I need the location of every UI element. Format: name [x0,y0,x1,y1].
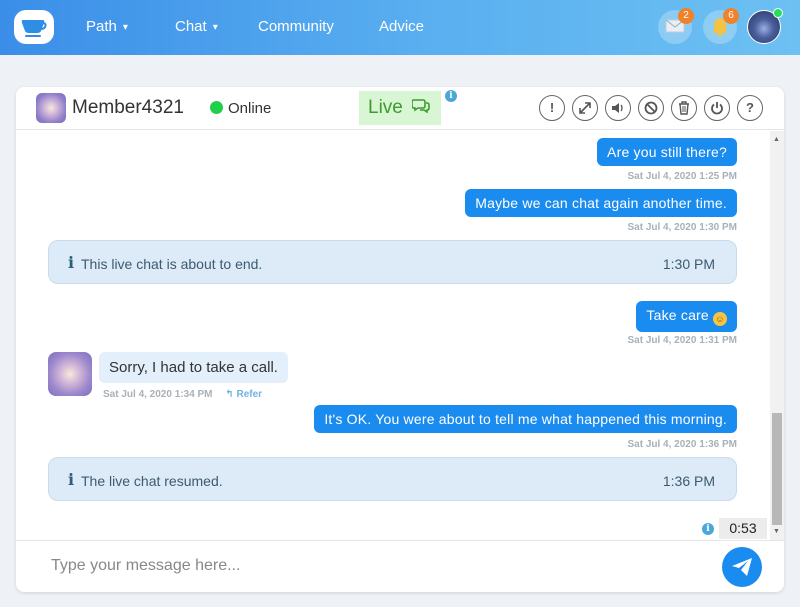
block-button[interactable] [638,95,664,121]
online-status-label: Online [228,100,272,117]
message-timestamp: Sat Jul 4, 2020 1:25 PM [627,171,737,182]
sound-button[interactable] [605,95,631,121]
message-text: Take care [646,307,709,323]
info-icon: i [68,253,75,272]
smiley-emoji-icon: ☺ [713,312,727,326]
message-timestamp: Sat Jul 4, 2020 1:30 PM [627,222,737,233]
member-avatar[interactable] [36,93,66,123]
mail-count-badge: 2 [678,8,694,24]
system-message-text: The live chat resumed. [81,473,223,489]
end-chat-button[interactable] [704,95,730,121]
chat-bubbles-icon [411,99,430,117]
nav-community[interactable]: Community [258,18,334,35]
nav-chat[interactable]: Chat ▾ [175,18,218,35]
nav-chat-label: Chat [175,18,207,35]
notification-count-badge: 6 [723,8,739,24]
system-message: i This live chat is about to end. 1:30 P… [48,240,737,284]
incoming-message-meta: Sat Jul 4, 2020 1:34 PM ↰ Refer [103,389,262,400]
expand-button[interactable] [572,95,598,121]
speaker-icon [612,103,623,113]
refer-label: Refer [236,389,263,400]
outgoing-message: Are you still there? [597,138,737,166]
trash-icon [679,101,689,115]
report-button[interactable]: ! [539,95,565,121]
outgoing-message: It's OK. You were about to tell me what … [314,405,737,433]
system-message-time: 1:30 PM [662,256,715,272]
top-nav-bar: Path ▾ Chat ▾ Community Advice 2 6 [0,0,800,55]
outgoing-message: Maybe we can chat again another time. [465,189,737,217]
online-status-icon [210,101,223,114]
live-label: Live [368,97,403,118]
power-icon [711,102,723,115]
incoming-message: Sorry, I had to take a call. [99,352,288,383]
chat-header: Member4321 Online Live i ! ? [16,87,784,130]
message-timestamp: Sat Jul 4, 2020 1:36 PM [627,439,737,450]
reply-arrow-icon: ↰ [225,389,234,400]
user-online-indicator [773,8,783,18]
send-button[interactable] [722,547,762,587]
message-composer [16,540,784,592]
chevron-down-icon: ▾ [122,22,128,33]
refer-link[interactable]: ↰ Refer [225,389,262,400]
message-timestamp: Sat Jul 4, 2020 1:31 PM [627,335,737,346]
mail-button[interactable]: 2 [658,8,694,44]
system-message-text: This live chat is about to end. [81,256,263,272]
teacup-logo-icon[interactable] [14,10,54,44]
outgoing-message: Take care ☺ [636,301,737,332]
message-list[interactable]: Are you still there? Sat Jul 4, 2020 1:2… [16,131,771,540]
scrollbar-thumb[interactable] [772,413,782,525]
scroll-down-arrow-icon[interactable]: ▼ [773,528,780,535]
message-timestamp: Sat Jul 4, 2020 1:34 PM [103,389,213,400]
chat-panel: Member4321 Online Live i ! ? Are you sti… [16,87,784,592]
member-name[interactable]: Member4321 [72,97,184,119]
paper-plane-icon [732,558,752,576]
nav-path[interactable]: Path ▾ [86,18,128,35]
timer-info-icon[interactable]: i [702,523,714,535]
chat-timer: 0:53 [719,518,767,539]
system-message-time: 1:36 PM [662,473,715,489]
info-icon: i [68,470,75,489]
expand-icon [579,102,591,114]
system-message: i The live chat resumed. 1:36 PM [48,457,737,501]
delete-button[interactable] [671,95,697,121]
scroll-up-arrow-icon[interactable]: ▲ [773,136,780,143]
notifications-button[interactable]: 6 [703,8,739,44]
block-icon [644,101,658,115]
chevron-down-icon: ▾ [212,22,218,33]
help-button[interactable]: ? [737,95,763,121]
nav-path-label: Path [86,18,117,35]
live-indicator: Live [359,91,441,125]
message-input[interactable] [36,551,696,581]
member-avatar[interactable] [48,352,92,396]
live-info-icon[interactable]: i [445,90,457,102]
nav-advice[interactable]: Advice [379,18,424,35]
